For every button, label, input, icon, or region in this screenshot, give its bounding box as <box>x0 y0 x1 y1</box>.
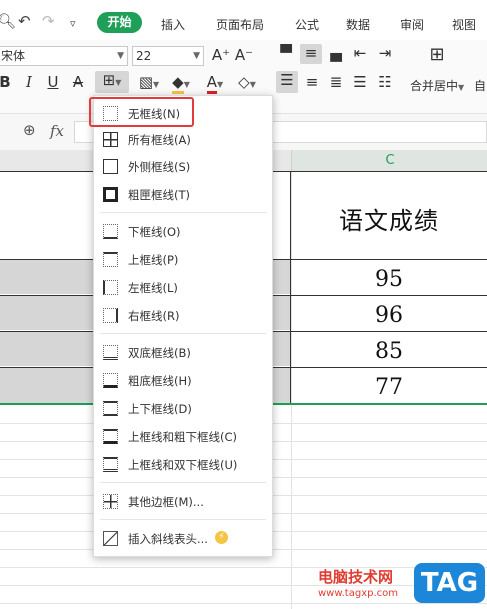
bold-icon[interactable]: B <box>0 73 12 91</box>
increase-indent-icon[interactable]: ⇥ <box>375 44 395 62</box>
font-name-value: 宋体 <box>1 49 26 63</box>
tab-page-layout[interactable]: 页面布局 <box>216 16 264 33</box>
title-bar: 🔍︎ ↶ ↷ ▿ 开始 插入 页面布局 公式 数据 审阅 视图 <box>0 0 487 40</box>
score-cell[interactable]: 85 <box>291 339 487 364</box>
chevron-down-icon: ▼ <box>117 51 124 61</box>
align-left-icon[interactable]: ☰ <box>276 71 298 93</box>
watermark-site-name: 电脑技术网 <box>318 568 394 586</box>
align-right-icon[interactable]: ≣ <box>326 73 346 91</box>
align-top-icon[interactable]: ▀ <box>276 44 296 62</box>
quick-access-menu-icon[interactable]: ▿ <box>70 15 76 33</box>
cell-style-icon[interactable]: ▧▼ <box>134 73 164 94</box>
tab-formulas[interactable]: 公式 <box>295 16 319 33</box>
menu-item-thick-box-border[interactable]: 粗匣框线(T) <box>94 183 272 207</box>
align-bottom-icon[interactable]: ▄ <box>326 44 346 62</box>
top-bottom-border-icon <box>103 401 118 416</box>
menu-item-all-borders[interactable]: 所有框线(A) <box>94 128 272 152</box>
auto-wrap-button[interactable]: 自 <box>474 77 486 94</box>
outside-borders-icon <box>103 159 118 174</box>
tab-data[interactable]: 数据 <box>346 16 370 33</box>
menu-separator <box>100 482 266 483</box>
grow-font-icon[interactable]: A⁺ <box>211 46 231 64</box>
menu-item-right-border[interactable]: 右框线(R) <box>94 304 272 328</box>
header-cell[interactable]: 语文成绩 <box>291 201 487 236</box>
menu-item-top-bottom-border[interactable]: 上下框线(D) <box>94 397 272 421</box>
undo-icon[interactable]: ↶ <box>18 12 31 30</box>
highlight-box <box>89 97 194 127</box>
strikethrough-icon[interactable]: A <box>70 73 86 91</box>
zoom-icon[interactable]: ⊕ <box>23 121 36 139</box>
top-thick-bottom-border-icon <box>103 429 118 444</box>
font-name-select[interactable]: 宋体 ▼ <box>0 46 128 66</box>
merge-cells-icon[interactable]: ⊞ <box>426 46 448 64</box>
menu-item-diagonal-header[interactable]: 插入斜线表头... ⚡ <box>94 527 272 551</box>
eraser-icon[interactable]: ◇▼ <box>233 73 261 94</box>
left-border-icon <box>103 280 118 295</box>
borders-menu: 无框线(N) 所有框线(A) 外侧框线(S) 粗匣框线(T) 下框线(O) 上框… <box>93 95 273 557</box>
watermark-logo: TAG <box>414 563 485 603</box>
justify-icon[interactable]: ☰ <box>350 73 370 91</box>
decrease-indent-icon[interactable]: ⇤ <box>350 44 370 62</box>
menu-item-thick-bottom-border[interactable]: 粗底框线(H) <box>94 369 272 393</box>
font-size-value: 22 <box>136 49 152 63</box>
menu-separator <box>100 212 266 213</box>
merge-center-label: 合并居中 <box>410 79 459 93</box>
tab-review[interactable]: 审阅 <box>400 16 424 33</box>
italic-icon[interactable]: I <box>22 73 36 91</box>
underline-icon[interactable]: U <box>45 73 61 91</box>
menu-item-top-border[interactable]: 上框线(P) <box>94 248 272 272</box>
score-cell[interactable]: 96 <box>291 303 487 328</box>
menu-item-bottom-border[interactable]: 下框线(O) <box>94 220 272 244</box>
menu-item-top-thick-bottom-border[interactable]: 上框线和粗下框线(C) <box>94 425 272 449</box>
distributed-icon[interactable]: ☷ <box>375 73 395 91</box>
menu-item-double-bottom-border[interactable]: 双底框线(B) <box>94 341 272 365</box>
fx-icon[interactable]: fx <box>50 122 64 140</box>
menu-item-top-double-bottom-border[interactable]: 上框线和双下框线(U) <box>94 453 272 477</box>
menu-separator <box>100 333 266 334</box>
shrink-font-icon[interactable]: A⁻ <box>234 46 254 64</box>
tab-start[interactable]: 开始 <box>97 12 142 33</box>
chevron-down-icon: ▼ <box>458 83 465 92</box>
score-cell[interactable]: 95 <box>291 267 487 292</box>
fill-color-icon[interactable]: ◆▼ <box>166 73 196 94</box>
top-double-bottom-border-icon <box>103 457 118 472</box>
menu-item-outside-borders[interactable]: 外侧框线(S) <box>94 155 272 179</box>
top-border-icon <box>103 252 118 267</box>
bottom-border-icon <box>103 224 118 239</box>
search-icon[interactable]: 🔍︎ <box>0 12 16 30</box>
tab-insert[interactable]: 插入 <box>161 16 185 33</box>
grid-row <box>0 603 487 604</box>
tab-view[interactable]: 视图 <box>452 16 476 33</box>
align-middle-icon[interactable]: ≡ <box>300 44 322 64</box>
diagonal-header-icon <box>103 531 118 546</box>
premium-badge-icon: ⚡ <box>215 531 228 544</box>
font-size-select[interactable]: 22 ▼ <box>132 46 204 66</box>
thick-bottom-border-icon <box>103 373 118 388</box>
redo-icon[interactable]: ↷ <box>42 12 55 30</box>
thick-box-border-icon <box>103 187 118 202</box>
font-color-icon[interactable]: A▼ <box>200 73 230 94</box>
menu-item-left-border[interactable]: 左框线(L) <box>94 276 272 300</box>
menu-separator <box>100 519 266 520</box>
score-cell[interactable]: 77 <box>291 375 487 400</box>
merge-center-button[interactable]: 合并居中▼ <box>410 77 464 94</box>
more-borders-icon <box>103 494 118 509</box>
menu-item-more-borders[interactable]: 其他边框(M)... <box>94 490 272 514</box>
column-header-c[interactable]: C <box>291 150 487 171</box>
align-center-icon[interactable]: ≡ <box>302 73 322 91</box>
borders-button[interactable]: ⊞▼ <box>95 71 129 93</box>
watermark-url: www.tagxp.com <box>318 588 398 599</box>
right-border-icon <box>103 308 118 323</box>
chevron-down-icon: ▼ <box>193 51 200 61</box>
double-bottom-border-icon <box>103 345 118 360</box>
all-borders-icon <box>103 132 118 147</box>
